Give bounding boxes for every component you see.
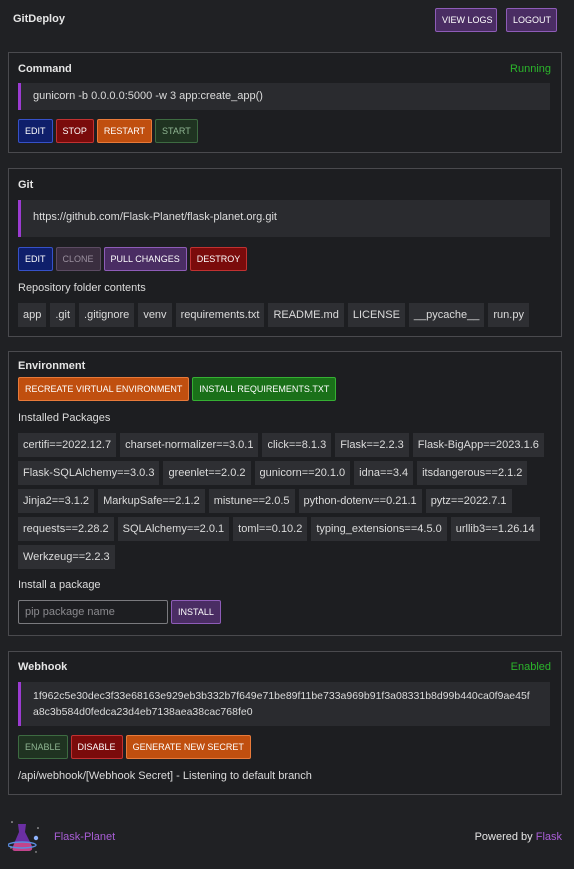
package-item: Jinja2==3.1.2 bbox=[18, 489, 95, 513]
file-item: LICENSE bbox=[347, 303, 405, 327]
file-item: README.md bbox=[268, 303, 344, 327]
package-item: urllib3==1.26.14 bbox=[450, 517, 540, 541]
command-edit-button[interactable]: EDIT bbox=[18, 119, 53, 143]
webhook-secret-line: 1f962c5e30dec3f33e68163e929eb3b332b7f649… bbox=[33, 690, 530, 702]
environment-card: Environment RECREATE VIRTUAL ENVIRONMENT… bbox=[8, 351, 562, 636]
package-item: itsdangerous==2.1.2 bbox=[417, 461, 528, 485]
git-pull-button[interactable]: PULL CHANGES bbox=[103, 247, 187, 271]
package-item: SQLAlchemy==2.0.1 bbox=[117, 517, 230, 541]
git-clone-button[interactable]: CLONE bbox=[55, 247, 101, 271]
git-card: Git https://github.com/Flask-Planet/flas… bbox=[8, 168, 562, 337]
package-item: typing_extensions==4.5.0 bbox=[311, 517, 447, 541]
command-card: Command Running gunicorn -b 0.0.0.0:5000… bbox=[8, 52, 562, 153]
footer-brand-link[interactable]: Flask-Planet bbox=[54, 831, 115, 843]
file-item: venv bbox=[138, 303, 172, 327]
git-edit-button[interactable]: EDIT bbox=[18, 247, 53, 271]
git-url: https://github.com/Flask-Planet/flask-pl… bbox=[18, 200, 550, 237]
footer: Flask-Planet Powered by Flask bbox=[0, 814, 574, 864]
webhook-enable-button[interactable]: ENABLE bbox=[18, 735, 68, 759]
file-item: requirements.txt bbox=[175, 303, 265, 327]
webhook-status: Enabled bbox=[510, 661, 551, 673]
command-stop-button[interactable]: STOP bbox=[55, 119, 94, 143]
package-item: MarkupSafe==2.1.2 bbox=[98, 489, 205, 513]
file-item: app bbox=[18, 303, 47, 327]
git-title: Git bbox=[18, 179, 34, 191]
package-item: Flask-BigApp==2023.1.6 bbox=[412, 433, 544, 457]
powered-by-label: Powered by bbox=[474, 831, 533, 843]
package-item: Flask==2.2.3 bbox=[335, 433, 409, 457]
webhook-title: Webhook bbox=[18, 661, 68, 673]
package-item: python-dotenv==0.21.1 bbox=[298, 489, 422, 513]
package-item: greenlet==2.0.2 bbox=[163, 461, 251, 485]
top-bar: GitDeploy VIEW LOGS LOGOUT bbox=[0, 0, 574, 42]
environment-title: Environment bbox=[18, 360, 86, 372]
installed-packages-label: Installed Packages bbox=[18, 412, 111, 424]
file-item: .gitignore bbox=[79, 303, 135, 327]
package-item: Flask-SQLAlchemy==3.0.3 bbox=[18, 461, 160, 485]
install-package-label: Install a package bbox=[18, 579, 101, 591]
file-item: .git bbox=[50, 303, 76, 327]
package-item: toml==0.10.2 bbox=[233, 517, 308, 541]
package-item: pytz==2022.7.1 bbox=[425, 489, 512, 513]
package-item: charset-normalizer==3.0.1 bbox=[120, 433, 259, 457]
command-title: Command bbox=[18, 63, 72, 75]
webhook-card: Webhook Enabled 1f962c5e30dec3f33e68163e… bbox=[8, 651, 562, 795]
generate-secret-button[interactable]: GENERATE NEW SECRET bbox=[125, 735, 251, 759]
flask-link[interactable]: Flask bbox=[536, 831, 562, 843]
view-logs-button[interactable]: VIEW LOGS bbox=[435, 8, 497, 32]
package-item: click==8.1.3 bbox=[262, 433, 332, 457]
webhook-secret-line: a8c3b584d0fedca23d4eb7138aea38cac768fe0 bbox=[33, 706, 253, 718]
pip-package-input[interactable] bbox=[18, 600, 168, 624]
install-requirements-button[interactable]: INSTALL REQUIREMENTS.TXT bbox=[192, 377, 337, 401]
webhook-disable-button[interactable]: DISABLE bbox=[70, 735, 123, 759]
webhook-info: /api/webhook/[Webhook Secret] - Listenin… bbox=[18, 770, 312, 782]
package-item: certifi==2022.12.7 bbox=[18, 433, 117, 457]
package-item: mistune==2.0.5 bbox=[208, 489, 295, 513]
file-item: __pycache__ bbox=[408, 303, 485, 327]
git-destroy-button[interactable]: DESTROY bbox=[189, 247, 248, 271]
webhook-secret: 1f962c5e30dec3f33e68163e929eb3b332b7f649… bbox=[18, 682, 550, 726]
installed-packages-list: certifi==2022.12.7 charset-normalizer==3… bbox=[18, 433, 554, 569]
command-value: gunicorn -b 0.0.0.0:5000 -w 3 app:create… bbox=[18, 83, 550, 110]
command-status: Running bbox=[510, 63, 551, 75]
package-item: gunicorn==20.1.0 bbox=[254, 461, 351, 485]
folder-contents-list: app .git .gitignore venv requirements.tx… bbox=[18, 303, 554, 327]
command-restart-button[interactable]: RESTART bbox=[96, 119, 153, 143]
package-item: Werkzeug==2.2.3 bbox=[18, 545, 115, 569]
logout-button[interactable]: LOGOUT bbox=[506, 8, 557, 32]
recreate-venv-button[interactable]: RECREATE VIRTUAL ENVIRONMENT bbox=[18, 377, 190, 401]
package-item: requests==2.28.2 bbox=[18, 517, 114, 541]
package-item: idna==3.4 bbox=[354, 461, 414, 485]
app-title: GitDeploy bbox=[13, 13, 65, 25]
folder-contents-label: Repository folder contents bbox=[18, 282, 146, 294]
powered-by: Powered by Flask bbox=[475, 831, 562, 843]
command-start-button[interactable]: START bbox=[155, 119, 198, 143]
file-item: run.py bbox=[488, 303, 529, 327]
install-package-button[interactable]: INSTALL bbox=[171, 600, 221, 624]
flask-planet-logo-icon[interactable] bbox=[8, 818, 42, 856]
